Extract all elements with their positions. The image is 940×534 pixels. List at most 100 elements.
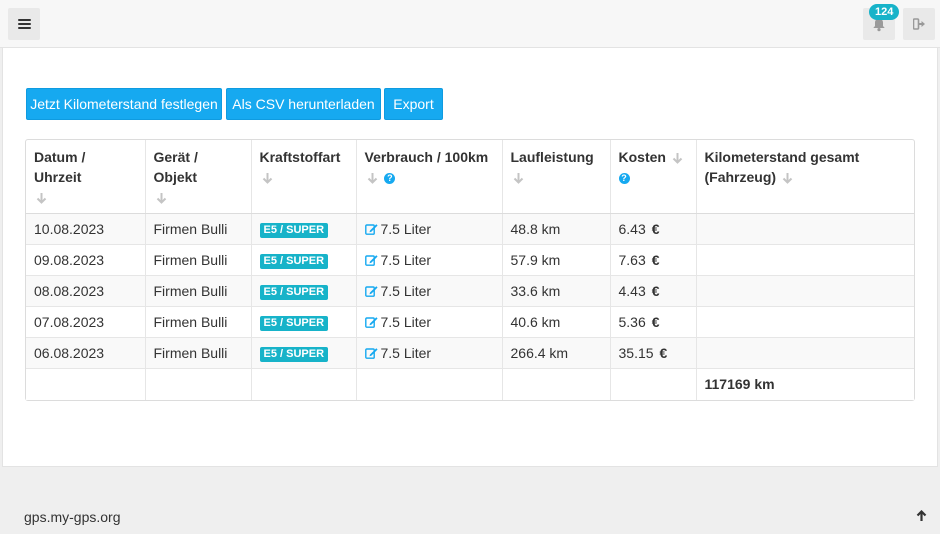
column-header-mileage[interactable]: Kilometerstand gesamt (Fahrzeug) (696, 140, 914, 214)
cell-date: 09.08.2023 (26, 244, 146, 276)
column-header-consumption[interactable]: Verbrauch / 100km ? (356, 140, 503, 214)
arrow-down-icon[interactable] (672, 152, 683, 165)
empty-cell (26, 368, 146, 400)
fuel-type-badge: E5 / SUPER (259, 346, 329, 362)
table-row: 10.08.2023 Firmen Bulli E5 / SUPER 7.5 L… (26, 213, 914, 245)
cell-consumption: 7.5 Liter (356, 275, 503, 307)
cell-fuel: E5 / SUPER (251, 213, 357, 245)
column-header-label: Laufleistung (510, 149, 594, 165)
table-total-row: 117169 km (26, 368, 914, 400)
table-row: 09.08.2023 Firmen Bulli E5 / SUPER 7.5 L… (26, 244, 914, 276)
cell-distance: 48.8 km (502, 213, 611, 245)
empty-cell (502, 368, 611, 400)
arrow-down-icon[interactable] (782, 172, 793, 185)
table-row: 06.08.2023 Firmen Bulli E5 / SUPER 7.5 L… (26, 337, 914, 369)
question-circle-icon[interactable]: ? (384, 172, 396, 184)
cell-consumption: 7.5 Liter (356, 306, 503, 338)
currency-symbol: € (651, 283, 660, 299)
table-header-row: Datum / Uhrzeit Gerät / Objekt Kraftstof… (26, 140, 914, 214)
column-header-datetime[interactable]: Datum / Uhrzeit (26, 140, 146, 214)
cell-fuel: E5 / SUPER (251, 244, 357, 276)
fuel-log-table: Datum / Uhrzeit Gerät / Objekt Kraftstof… (25, 139, 915, 401)
cost-value: 6.43 (618, 221, 646, 237)
cell-fuel: E5 / SUPER (251, 337, 357, 369)
empty-cell (356, 368, 503, 400)
edit-icon[interactable] (364, 254, 378, 266)
currency-symbol: € (651, 314, 660, 330)
set-mileage-button[interactable]: Jetzt Kilometerstand festlegen (26, 88, 222, 120)
cell-fuel: E5 / SUPER (251, 275, 357, 307)
arrow-down-icon[interactable] (513, 172, 524, 185)
column-header-label: Verbrauch / 100km (364, 149, 489, 165)
cell-distance: 57.9 km (502, 244, 611, 276)
notification-count-badge: 124 (869, 4, 900, 20)
cell-cost: 5.36 € (610, 306, 697, 338)
cost-value: 35.15 (618, 345, 654, 361)
empty-cell (610, 368, 697, 400)
arrow-down-icon[interactable] (36, 192, 47, 205)
logout-button[interactable] (903, 8, 935, 40)
cell-date: 06.08.2023 (26, 337, 146, 369)
cell-cost: 4.43 € (610, 275, 697, 307)
sign-out-icon (912, 18, 925, 30)
question-circle-icon[interactable]: ? (618, 172, 630, 184)
column-header-device[interactable]: Gerät / Objekt (145, 140, 252, 214)
consumption-value: 7.5 Liter (380, 345, 432, 361)
edit-icon[interactable] (364, 347, 378, 359)
cell-mileage (696, 213, 914, 245)
cell-cost: 35.15 € (610, 337, 697, 369)
cell-mileage (696, 337, 914, 369)
cell-device: Firmen Bulli (145, 213, 252, 245)
column-header-cost[interactable]: Kosten ? (610, 140, 697, 214)
cell-device: Firmen Bulli (145, 306, 252, 338)
currency-symbol: € (659, 345, 668, 361)
cell-device: Firmen Bulli (145, 275, 252, 307)
consumption-value: 7.5 Liter (380, 314, 432, 330)
cell-distance: 33.6 km (502, 275, 611, 307)
cell-distance: 266.4 km (502, 337, 611, 369)
fuel-type-badge: E5 / SUPER (259, 315, 329, 331)
cell-consumption: 7.5 Liter (356, 213, 503, 245)
consumption-value: 7.5 Liter (380, 252, 432, 268)
column-header-label: Kosten (618, 149, 666, 165)
edit-icon[interactable] (364, 223, 378, 235)
download-csv-button[interactable]: Als CSV herunterladen (226, 88, 381, 120)
cost-value: 7.63 (618, 252, 646, 268)
cost-value: 4.43 (618, 283, 646, 299)
empty-cell (251, 368, 357, 400)
edit-icon[interactable] (364, 316, 378, 328)
column-header-distance[interactable]: Laufleistung (502, 140, 611, 214)
cell-consumption: 7.5 Liter (356, 244, 503, 276)
column-header-label: Kilometerstand gesamt (704, 149, 860, 165)
arrow-down-icon[interactable] (262, 172, 273, 185)
menu-button[interactable] (8, 8, 40, 40)
arrow-down-icon[interactable] (367, 172, 378, 185)
cell-consumption: 7.5 Liter (356, 337, 503, 369)
column-header-label: (Fahrzeug) (704, 169, 777, 185)
footer-site-name: gps.my-gps.org (24, 509, 121, 525)
cost-value: 5.36 (618, 314, 646, 330)
total-mileage: 117169 km (696, 368, 914, 400)
fuel-type-badge: E5 / SUPER (259, 284, 329, 300)
table-row: 08.08.2023 Firmen Bulli E5 / SUPER 7.5 L… (26, 275, 914, 307)
cell-mileage (696, 275, 914, 307)
cell-cost: 7.63 € (610, 244, 697, 276)
cell-mileage (696, 244, 914, 276)
top-bar (0, 0, 940, 48)
currency-symbol: € (651, 221, 660, 237)
cell-date: 10.08.2023 (26, 213, 146, 245)
cell-device: Firmen Bulli (145, 244, 252, 276)
column-header-fuel[interactable]: Kraftstoffart (251, 140, 357, 214)
arrow-down-icon[interactable] (156, 192, 167, 205)
column-header-label: Kraftstoffart (259, 149, 341, 165)
export-button[interactable]: Export (384, 88, 443, 120)
cell-fuel: E5 / SUPER (251, 306, 357, 338)
edit-icon[interactable] (364, 285, 378, 297)
cell-cost: 6.43 € (610, 213, 697, 245)
cell-mileage (696, 306, 914, 338)
fuel-type-badge: E5 / SUPER (259, 222, 329, 238)
arrow-up-icon[interactable] (916, 510, 927, 522)
column-header-label: Datum / Uhrzeit (34, 149, 86, 185)
cell-distance: 40.6 km (502, 306, 611, 338)
currency-symbol: € (651, 252, 660, 268)
